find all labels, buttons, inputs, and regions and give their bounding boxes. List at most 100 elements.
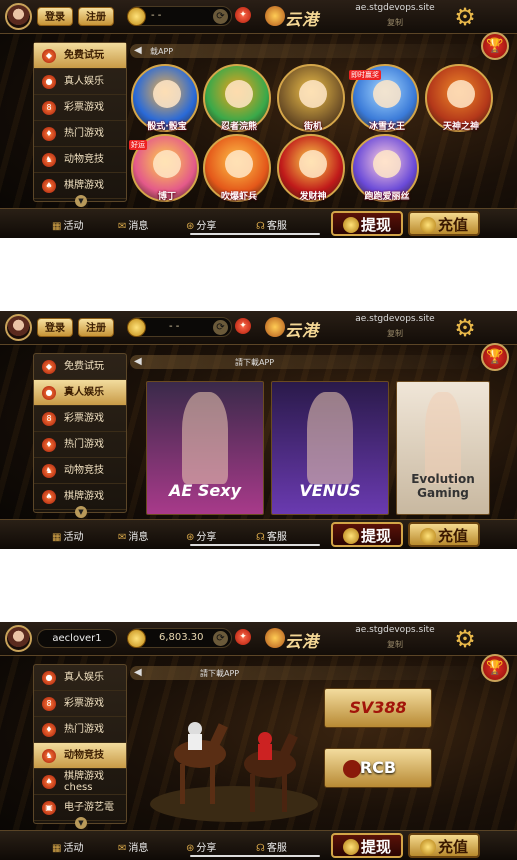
game-tile[interactable]: 发财神 xyxy=(277,134,345,202)
category-sidebar: ◆ 免费试玩 ● 真人娱乐 8 彩票游戏 ♦ 热门游戏 ♞ 动物竞技 ♠ 棋牌游戏 ▼ xyxy=(33,42,127,207)
sidebar-item-lottery[interactable]: 8 彩票游戏 xyxy=(34,95,126,121)
sidebar-item-hot[interactable]: ♦ 热门游戏 xyxy=(34,121,126,147)
sidebar-item-chess[interactable]: ♠ 棋牌游戏 chess xyxy=(34,769,126,795)
withdraw-button[interactable]: 提现 xyxy=(331,211,403,236)
chevron-down-icon[interactable]: ▼ xyxy=(75,817,87,829)
red-packet-icon[interactable]: ✦ xyxy=(235,629,251,645)
game-tile[interactable]: 街机 xyxy=(277,64,345,132)
scroll-indicator xyxy=(190,544,320,546)
chevron-down-icon[interactable]: ▼ xyxy=(75,506,87,518)
sidebar-item-lottery[interactable]: 8 彩票游戏 xyxy=(34,406,126,432)
refresh-icon[interactable]: ⟳ xyxy=(213,631,228,646)
trophy-icon[interactable]: 🏆 xyxy=(481,32,509,60)
register-button[interactable]: 注册 xyxy=(78,318,114,337)
sidebar-item-hot[interactable]: ♦ 热门游戏 xyxy=(34,432,126,458)
gear-icon[interactable]: ⚙ xyxy=(452,315,478,341)
sidebar-item-hot[interactable]: ♦ 热门游戏 xyxy=(34,717,126,743)
live-provider-card[interactable]: AE Sexy xyxy=(146,381,264,515)
sidebar-item-animal[interactable]: ♞ 动物竞技 xyxy=(34,743,126,769)
sidebar-item-free-trial[interactable]: ◆ 免费试玩 xyxy=(34,354,126,380)
share-icon: ⊛ xyxy=(186,221,195,232)
nav-share[interactable]: ⊛ 分享 xyxy=(186,217,216,232)
login-button[interactable]: 登录 xyxy=(37,7,73,26)
gift-icon: ▦ xyxy=(52,532,62,543)
sidebar-item-lottery[interactable]: 8 彩票游戏 xyxy=(34,691,126,717)
game-tile[interactable]: 骰式·骰宝 xyxy=(131,64,199,132)
avatar[interactable] xyxy=(5,3,32,30)
balance-value: - - xyxy=(151,10,162,21)
game-title: 骰式·骰宝 xyxy=(147,122,187,132)
horse-icon: ♞ xyxy=(42,749,56,763)
game-tile[interactable]: 吹爆虾兵 xyxy=(203,134,271,202)
balance-value: - - xyxy=(169,321,180,332)
hot-icon: ♦ xyxy=(42,127,56,141)
screen-free-trial: 登录 注册 - - ⟳ ✦ 云港 ae.stgdevops.site 复制 ⚙ … xyxy=(0,0,517,238)
gear-icon[interactable]: ⚙ xyxy=(452,626,478,652)
game-tile[interactable]: 天神之神 xyxy=(425,64,493,132)
notice-bar: ◀ 請下載APP xyxy=(130,666,480,680)
ball-icon: 8 xyxy=(42,412,56,426)
coin-icon xyxy=(127,7,146,26)
nav-service[interactable]: ☊ 客服 xyxy=(256,528,287,543)
game-title: 冰雪女王 xyxy=(368,122,405,132)
notice-text: 請下載APP xyxy=(200,669,240,678)
top-bar: 登录 注册 - - ⟳ ✦ 云港 ae.stgdevops.site 复制 ⚙ xyxy=(0,0,517,34)
deposit-button[interactable]: 充值 xyxy=(408,211,480,236)
red-packet-icon[interactable]: ✦ xyxy=(235,318,251,334)
avatar[interactable] xyxy=(5,625,32,652)
game-tile[interactable]: 博丁 好运 xyxy=(129,134,199,202)
deposit-button[interactable]: 充值 xyxy=(408,833,480,858)
game-tile[interactable]: 冰雪女王 即时赢奖 xyxy=(349,64,419,132)
copy-button[interactable]: 复制 xyxy=(345,17,445,28)
free-trial-icon: ◆ xyxy=(42,49,56,63)
nav-activity[interactable]: ▦ 活动 xyxy=(52,217,83,232)
sidebar-item-free-trial[interactable]: ◆ 免费试玩 xyxy=(34,43,126,69)
brand-logo: 云港 xyxy=(265,627,337,651)
register-button[interactable]: 注册 xyxy=(78,7,114,26)
nav-share[interactable]: ⊛ 分享 xyxy=(186,839,216,854)
username: aeclover1 xyxy=(37,629,117,648)
refresh-icon[interactable]: ⟳ xyxy=(213,320,228,335)
deposit-button[interactable]: 充值 xyxy=(408,522,480,547)
nav-message[interactable]: ✉ 消息 xyxy=(118,217,148,232)
game-badge: 即时赢奖 xyxy=(349,70,381,80)
copy-button[interactable]: 复制 xyxy=(345,328,445,339)
copy-button[interactable]: 复制 xyxy=(345,639,445,650)
headset-icon: ☊ xyxy=(256,843,265,854)
withdraw-button[interactable]: 提现 xyxy=(331,522,403,547)
game-tile[interactable]: 跑跑爱丽丝 xyxy=(351,134,419,202)
ball-icon: 8 xyxy=(42,101,56,115)
avatar[interactable] xyxy=(5,314,32,341)
nav-message[interactable]: ✉ 消息 xyxy=(118,528,148,543)
withdraw-button[interactable]: 提现 xyxy=(331,833,403,858)
nav-service[interactable]: ☊ 客服 xyxy=(256,839,287,854)
nav-activity[interactable]: ▦ 活动 xyxy=(52,839,83,854)
live-provider-card[interactable]: Evolution Gaming xyxy=(396,381,490,515)
login-button[interactable]: 登录 xyxy=(37,318,73,337)
mail-icon: ✉ xyxy=(118,843,127,854)
coin-stack-icon xyxy=(342,216,359,233)
sidebar-item-animal[interactable]: ♞ 动物竞技 xyxy=(34,458,126,484)
chevron-down-icon[interactable]: ▼ xyxy=(75,195,87,207)
nav-service[interactable]: ☊ 客服 xyxy=(256,217,287,232)
trophy-icon[interactable]: 🏆 xyxy=(481,654,509,682)
sidebar-item-animal[interactable]: ♞ 动物竞技 xyxy=(34,147,126,173)
sidebar-item-live[interactable]: ● 真人娱乐 xyxy=(34,380,126,406)
game-title: 发财神 xyxy=(299,192,327,202)
sidebar-item-live[interactable]: ● 真人娱乐 xyxy=(34,69,126,95)
site-url: ae.stgdevops.site xyxy=(355,3,435,13)
gear-icon[interactable]: ⚙ xyxy=(452,4,478,30)
live-provider-card[interactable]: VENUS xyxy=(271,381,389,515)
game-title: 博丁 xyxy=(157,192,176,202)
trophy-icon[interactable]: 🏆 xyxy=(481,343,509,371)
nav-share[interactable]: ⊛ 分享 xyxy=(186,528,216,543)
sidebar-item-live[interactable]: ● 真人娱乐 xyxy=(34,665,126,691)
share-icon: ⊛ xyxy=(186,843,195,854)
refresh-icon[interactable]: ⟳ xyxy=(213,9,228,24)
nav-activity[interactable]: ▦ 活动 xyxy=(52,528,83,543)
sv388-button[interactable]: SV388 xyxy=(324,688,432,728)
rcb-button[interactable]: RCB xyxy=(324,748,432,788)
nav-message[interactable]: ✉ 消息 xyxy=(118,839,148,854)
game-tile[interactable]: 忍者浣熊 xyxy=(203,64,271,132)
red-packet-icon[interactable]: ✦ xyxy=(235,7,251,23)
